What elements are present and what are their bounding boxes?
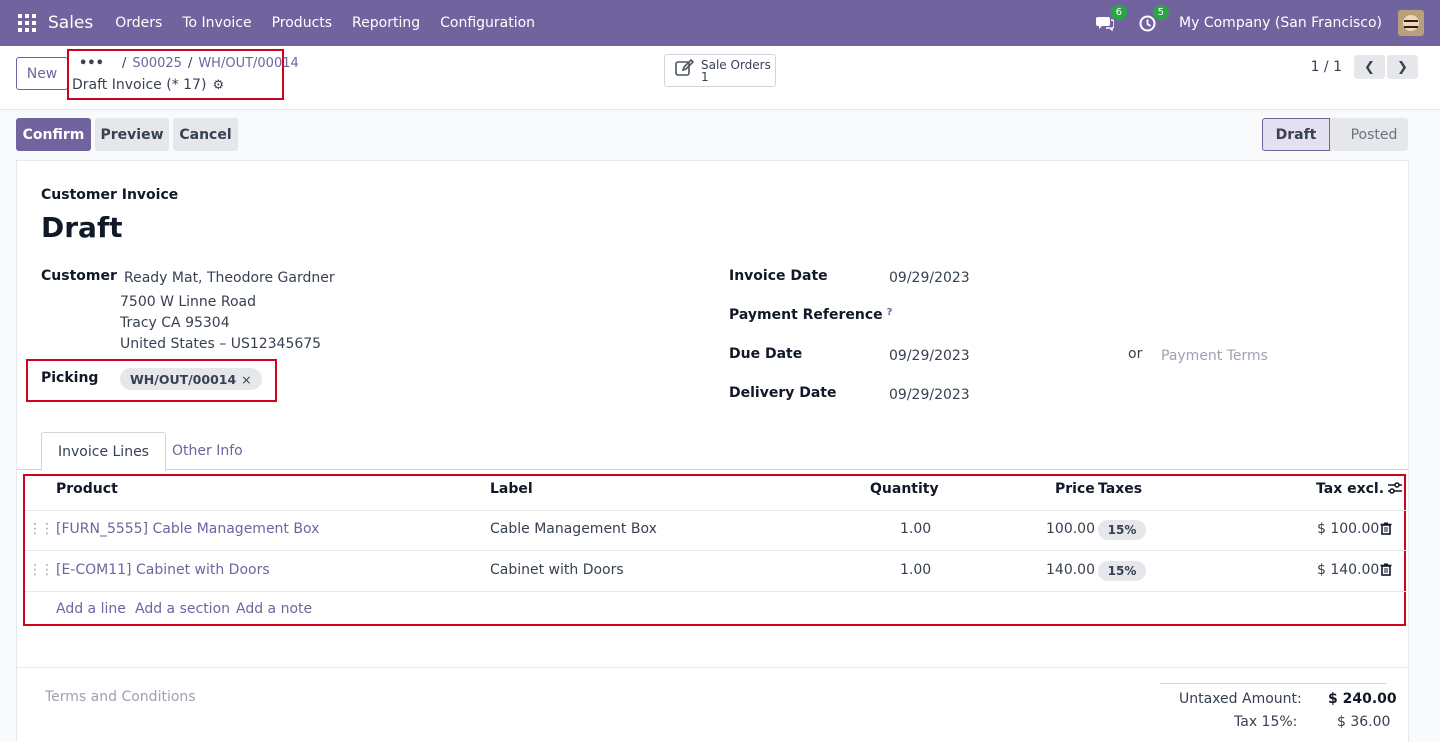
activities-badge: 5 <box>1152 5 1170 20</box>
sale-orders-smart-button[interactable]: Sale Orders 1 <box>664 54 776 87</box>
column-price[interactable]: Price <box>1055 481 1095 497</box>
due-date-field[interactable]: 09/29/2023 <box>889 348 970 364</box>
menu-configuration[interactable]: Configuration <box>440 15 535 31</box>
trash-icon[interactable] <box>1380 522 1392 539</box>
stage-draft[interactable]: Draft <box>1262 118 1330 151</box>
add-section-link[interactable]: Add a section <box>135 601 230 617</box>
messages-icon[interactable]: 6 <box>1095 5 1128 33</box>
line-2-price[interactable]: 140.00 <box>1046 562 1095 578</box>
breadcrumb: ••• / S00025/WH/OUT/00014 Draft Invoice (*… <box>67 49 299 100</box>
line-2-label[interactable]: Cabinet with Doors <box>490 562 624 578</box>
edit-square-icon <box>675 58 697 82</box>
stage-posted[interactable]: Posted <box>1330 118 1408 151</box>
user-avatar[interactable] <box>1398 10 1424 36</box>
picking-label: Picking <box>41 370 99 386</box>
tax-value: $ 36.00 <box>1337 714 1391 730</box>
column-taxes[interactable]: Taxes <box>1098 481 1142 497</box>
picking-tag-label: WH/OUT/00014 <box>130 371 237 387</box>
cancel-button[interactable]: Cancel <box>173 118 238 151</box>
due-date-label: Due Date <box>729 346 803 362</box>
remove-tag-icon[interactable]: × <box>241 372 251 387</box>
row-divider <box>25 510 1406 511</box>
payment-reference-field[interactable] <box>889 305 1369 327</box>
trash-icon[interactable] <box>1380 563 1392 580</box>
payment-terms-field[interactable]: Payment Terms <box>1161 348 1268 364</box>
line-1-label[interactable]: Cable Management Box <box>490 521 657 537</box>
payment-reference-label-text: Payment Reference <box>729 307 883 323</box>
status-bar: Draft Posted <box>1262 118 1408 151</box>
pager: 1 / 1 ❮ ❯ <box>1311 55 1418 79</box>
customer-address-line-2: Tracy CA 95304 <box>120 315 230 331</box>
breadcrumb-sale-order[interactable]: S00025 <box>132 56 182 71</box>
section-divider <box>17 667 1408 668</box>
column-tax-excl[interactable]: Tax excl. <box>1316 481 1384 497</box>
confirm-button[interactable]: Confirm <box>16 118 91 151</box>
untaxed-amount-value: $ 240.00 <box>1328 691 1397 707</box>
customer-label: Customer <box>41 268 117 284</box>
menu-orders[interactable]: Orders <box>115 15 162 31</box>
breadcrumb-more-icon[interactable]: ••• <box>79 56 104 71</box>
column-quantity[interactable]: Quantity <box>870 481 939 497</box>
activities-clock-icon[interactable]: 5 <box>1137 5 1170 33</box>
terms-and-conditions-field[interactable]: Terms and Conditions <box>45 689 196 705</box>
or-text: or <box>1128 346 1143 362</box>
line-2-subtotal: $ 140.00 <box>1317 562 1380 578</box>
delivery-date-label: Delivery Date <box>729 385 837 401</box>
add-line-link[interactable]: Add a line <box>56 601 126 617</box>
menu-products[interactable]: Products <box>272 15 332 31</box>
preview-button[interactable]: Preview <box>95 118 169 151</box>
customer-address-line-3: United States – US12345675 <box>120 336 322 352</box>
smart-button-count: 1 <box>701 69 709 84</box>
payment-reference-label: Payment Reference? <box>729 307 892 323</box>
line-1-price[interactable]: 100.00 <box>1046 521 1095 537</box>
notebook-tabs: Invoice Lines Other Info <box>17 432 1408 471</box>
control-panel: New ••• / S00025/WH/OUT/00014 Draft Invoic… <box>0 46 1440 110</box>
add-note-link[interactable]: Add a note <box>236 601 312 617</box>
invoice-date-label: Invoice Date <box>729 268 828 284</box>
tab-other-info[interactable]: Other Info <box>156 432 259 470</box>
smart-button-label: Sale Orders <box>701 57 771 72</box>
pager-next-icon[interactable]: ❯ <box>1387 55 1418 79</box>
apps-menu-icon[interactable] <box>18 14 36 32</box>
customer-address-line-1: 7500 W Linne Road <box>120 294 257 310</box>
top-navbar: Sales Orders To Invoice Products Reporti… <box>0 0 1440 46</box>
row-divider <box>25 550 1406 551</box>
optional-columns-icon[interactable] <box>1387 481 1403 499</box>
invoice-type: Customer Invoice <box>41 187 179 203</box>
drag-handle-icon[interactable]: ⋮⋮ <box>28 562 54 578</box>
drag-handle-icon[interactable]: ⋮⋮ <box>28 521 54 537</box>
invoice-state-title: Draft <box>41 211 123 244</box>
line-2-quantity[interactable]: 1.00 <box>900 562 931 578</box>
tax-label: Tax 15%: <box>1234 714 1298 730</box>
menu-reporting[interactable]: Reporting <box>352 15 420 31</box>
line-1-subtotal: $ 100.00 <box>1317 521 1380 537</box>
row-divider <box>25 591 1406 592</box>
gear-icon[interactable]: ⚙ <box>212 78 224 93</box>
column-product[interactable]: Product <box>56 481 118 497</box>
customer-field[interactable]: Ready Mat, Theodore Gardner <box>124 270 335 286</box>
invoice-form-sheet: Customer Invoice Draft Customer Ready Ma… <box>16 160 1409 742</box>
tab-invoice-lines[interactable]: Invoice Lines <box>41 432 166 471</box>
company-switcher[interactable]: My Company (San Francisco) <box>1179 15 1382 31</box>
line-2-tax-tag[interactable]: 15% <box>1098 561 1146 581</box>
delivery-date-field[interactable]: 09/29/2023 <box>889 387 970 403</box>
column-label[interactable]: Label <box>490 481 533 497</box>
pager-previous-icon[interactable]: ❮ <box>1354 55 1385 79</box>
menu-to-invoice[interactable]: To Invoice <box>182 15 251 31</box>
app-brand[interactable]: Sales <box>48 13 93 33</box>
totals-divider <box>1160 683 1386 684</box>
untaxed-amount-label: Untaxed Amount: <box>1179 691 1302 707</box>
line-2-product[interactable]: [E-COM11] Cabinet with Doors <box>56 562 270 578</box>
line-1-product[interactable]: [FURN_5555] Cable Management Box <box>56 521 319 537</box>
line-1-tax-tag[interactable]: 15% <box>1098 520 1146 540</box>
invoice-date-field[interactable]: 09/29/2023 <box>889 270 970 286</box>
line-1-quantity[interactable]: 1.00 <box>900 521 931 537</box>
breadcrumb-picking[interactable]: WH/OUT/00014 <box>198 56 298 71</box>
new-button[interactable]: New <box>16 57 68 90</box>
picking-tag[interactable]: WH/OUT/00014 × <box>120 368 262 390</box>
pager-value[interactable]: 1 / 1 <box>1311 59 1342 75</box>
messages-badge: 6 <box>1110 5 1128 20</box>
page-title: Draft Invoice (* 17) <box>72 77 207 93</box>
